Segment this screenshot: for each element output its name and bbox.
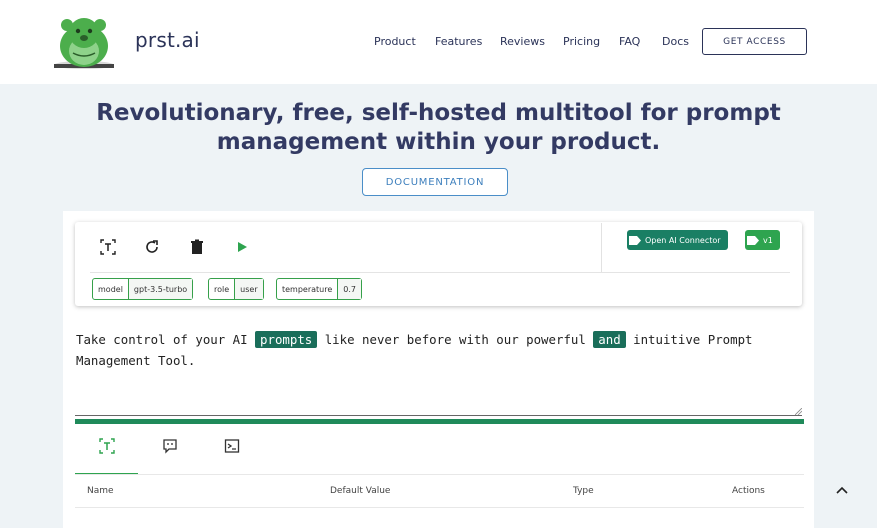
- editor-bottom-border: [75, 415, 802, 416]
- scroll-to-top-chevron-up-icon[interactable]: [832, 480, 852, 500]
- table-header-divider: [75, 507, 804, 508]
- prompt-line-2: Management Tool.: [76, 353, 196, 368]
- tabs-border: [75, 474, 804, 475]
- version-chip[interactable]: v1: [745, 230, 780, 250]
- tag-icon: [745, 230, 761, 250]
- nav-pricing[interactable]: Pricing: [563, 35, 600, 48]
- prompt-editor[interactable]: Take control of your AI prompts like nev…: [76, 329, 796, 371]
- prompt-variable-highlight[interactable]: and: [593, 331, 626, 348]
- param-key: role: [214, 284, 230, 294]
- param-temperature[interactable]: temperature 0.7: [276, 278, 363, 300]
- column-header-name: Name: [87, 486, 114, 496]
- trash-icon[interactable]: [188, 238, 206, 256]
- toolbar-params-divider: [90, 272, 790, 273]
- refresh-icon[interactable]: [143, 238, 161, 256]
- param-model[interactable]: model gpt-3.5-turbo: [92, 278, 194, 300]
- hero-title: Revolutionary, free, self-hosted multito…: [60, 99, 817, 157]
- prompt-variable-highlight[interactable]: prompts: [255, 331, 318, 348]
- tag-icon: [627, 230, 643, 250]
- column-header-type: Type: [573, 486, 594, 496]
- nav-docs[interactable]: Docs: [662, 35, 689, 48]
- prompt-line-1: Take control of your AI prompts like nev…: [76, 329, 796, 350]
- get-access-button[interactable]: GET ACCESS: [702, 28, 807, 55]
- resize-handle-icon[interactable]: [795, 408, 802, 415]
- version-label: v1: [763, 235, 773, 245]
- nav-faq[interactable]: FAQ: [619, 35, 640, 48]
- comments-tab-icon[interactable]: [160, 436, 180, 456]
- prompt-text: intuitive Prompt: [625, 332, 753, 347]
- nav-product[interactable]: Product: [374, 35, 416, 48]
- prst-logo-icon[interactable]: [53, 13, 115, 69]
- variables-tab-icon[interactable]: [97, 436, 117, 456]
- connector-label: Open AI Connector: [645, 235, 721, 245]
- hero-title-line-1: Revolutionary, free, self-hosted multito…: [96, 100, 781, 126]
- column-header-actions: Actions: [732, 486, 765, 496]
- play-icon[interactable]: [233, 238, 251, 256]
- param-key: temperature: [282, 284, 333, 294]
- param-value: user: [234, 279, 263, 299]
- connector-chip[interactable]: Open AI Connector: [627, 230, 728, 250]
- panel-accent-bar: [75, 419, 804, 424]
- param-role[interactable]: role user: [208, 278, 264, 300]
- prompt-text: like never before with our powerful: [317, 332, 594, 347]
- nav-features[interactable]: Features: [435, 35, 482, 48]
- toolbar-divider: [601, 223, 602, 272]
- brand-name[interactable]: prst.ai: [135, 28, 200, 52]
- column-header-default-value: Default Value: [330, 486, 391, 496]
- param-key: model: [98, 284, 123, 294]
- param-value: 0.7: [337, 279, 362, 299]
- text-variable-icon[interactable]: [99, 238, 117, 256]
- documentation-button[interactable]: DOCUMENTATION: [362, 168, 508, 196]
- console-tab-icon[interactable]: [222, 436, 242, 456]
- nav-reviews[interactable]: Reviews: [500, 35, 545, 48]
- param-value: gpt-3.5-turbo: [127, 279, 193, 299]
- prompt-text: Take control of your AI: [76, 332, 256, 347]
- hero-title-line-2: management within your product.: [216, 129, 661, 155]
